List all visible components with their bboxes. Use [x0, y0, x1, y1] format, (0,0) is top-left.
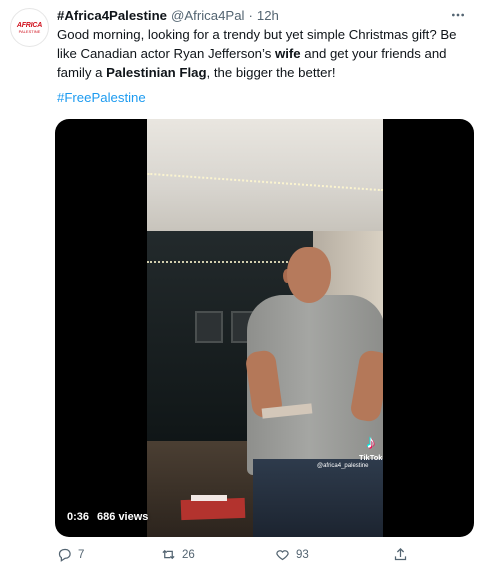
- tweet-text-bold: Palestinian Flag: [106, 65, 207, 80]
- tiktok-watermark: ♪ TikTok: [359, 433, 382, 462]
- reply-count: 7: [78, 548, 85, 561]
- video-duration: 0:36: [67, 511, 90, 523]
- tweet-text-part: , the bigger the better!: [206, 65, 336, 80]
- like-count: 93: [296, 548, 309, 561]
- tweet-text: Good morning, looking for a trendy but y…: [57, 25, 467, 82]
- tweet-text-bold: wife: [274, 46, 301, 61]
- avatar-logo-text: AFRICA: [16, 21, 43, 29]
- video-player[interactable]: ♪ TikTok @africa4_palestine 0:36 686 vie…: [55, 119, 474, 537]
- separator-dot: ·: [248, 7, 253, 23]
- tiktok-username: @africa4_palestine: [317, 463, 369, 469]
- avatar[interactable]: AFRICA PALESTINE: [10, 8, 49, 47]
- wall-frame: [195, 311, 223, 343]
- video-views: 686 views: [97, 511, 149, 523]
- africa4palestine-logo: AFRICA PALESTINE: [17, 22, 42, 34]
- tweet-actions: 7 26 93: [57, 547, 477, 562]
- tiktok-icon: ♪: [366, 432, 376, 452]
- timestamp[interactable]: 12h: [257, 8, 279, 23]
- tweet-header: #Africa4Palestine @Africa4Pal · 12h: [57, 6, 472, 24]
- gift-box: [180, 497, 246, 521]
- tweet[interactable]: AFRICA PALESTINE #Africa4Palestine @Afri…: [0, 0, 480, 562]
- video-stats: 0:36 686 views: [67, 511, 148, 523]
- gift-tissue: [191, 495, 227, 501]
- person-jeans: [253, 459, 383, 537]
- tiktok-label: TikTok: [359, 453, 383, 462]
- hashtag-link[interactable]: #FreePalestine: [57, 90, 146, 105]
- retweet-count: 26: [182, 548, 195, 561]
- more-dots-icon[interactable]: [446, 6, 470, 24]
- avatar-logo-subtext: PALESTINE: [18, 28, 41, 34]
- display-name[interactable]: #Africa4Palestine: [57, 8, 167, 23]
- person-head: [287, 247, 331, 303]
- user-handle[interactable]: @Africa4Pal: [171, 8, 245, 23]
- video-frame: [147, 119, 383, 537]
